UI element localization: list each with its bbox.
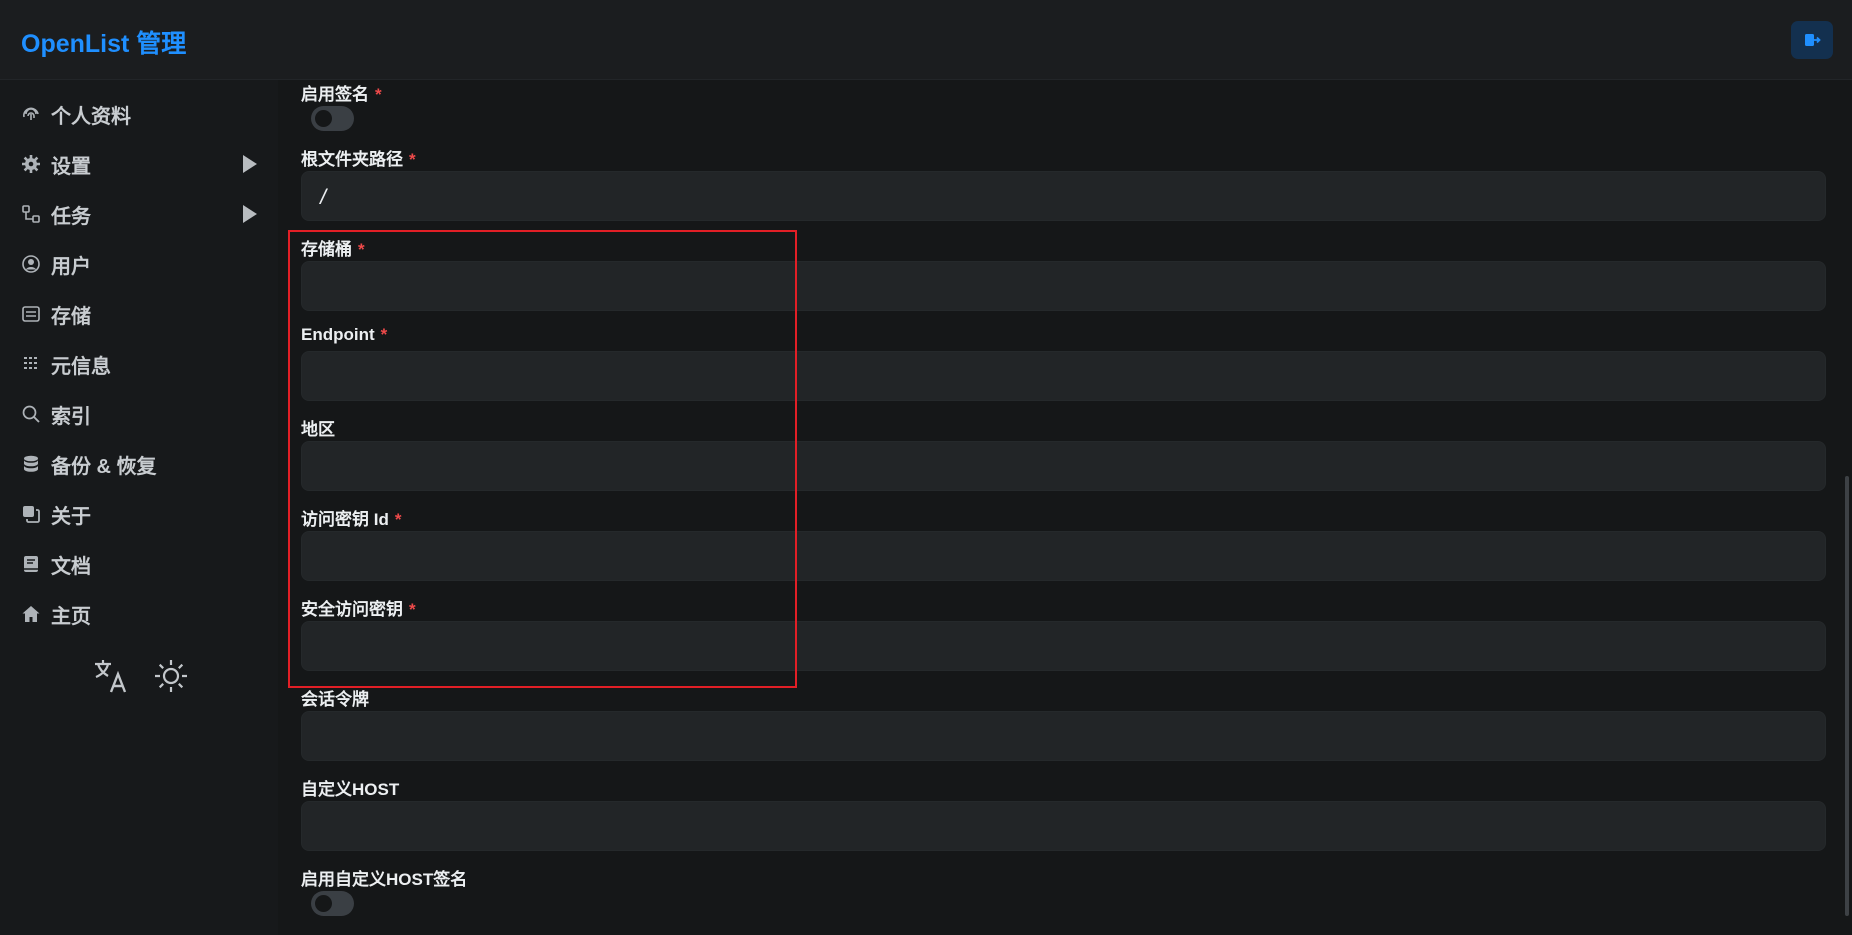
sidebar-item-backup-restore[interactable]: 备份 & 恢复 xyxy=(0,442,278,486)
secret-access-key-label: 安全访问密钥 * xyxy=(301,600,416,619)
copy-icon xyxy=(20,503,42,525)
sidebar-item-about[interactable]: 关于 xyxy=(0,492,278,536)
sidebar-item-metas[interactable]: 元信息 xyxy=(0,342,278,386)
storage-form: 启用签名 * 根文件夹路径 * / 存储桶 * Endpoint * 地区 访问密钥 I… xyxy=(278,80,1852,935)
required-mark: * xyxy=(358,240,365,259)
sidebar-item-settings[interactable]: 设置 xyxy=(0,142,278,186)
sidebar-item-label: 个人资料 xyxy=(51,105,131,128)
enable-sign-label: 启用签名 * xyxy=(301,85,382,104)
user-circle-icon xyxy=(20,253,42,275)
sidebar-item-label: 备份 & 恢复 xyxy=(51,455,157,478)
expand-arrow-icon[interactable] xyxy=(243,205,257,223)
sidebar-item-tasks[interactable]: 任务 xyxy=(0,192,278,236)
custom-host-input[interactable] xyxy=(301,801,1826,851)
root-folder-label: 根文件夹路径 * xyxy=(301,150,416,169)
app-title: OpenList 管理 xyxy=(21,30,187,58)
required-mark: * xyxy=(394,510,402,529)
home-icon xyxy=(20,603,42,625)
theme-toggle-button[interactable] xyxy=(150,655,192,697)
root-folder-input[interactable]: / xyxy=(301,171,1826,221)
sidebar-item-label: 任务 xyxy=(51,205,91,228)
sidebar-item-label: 设置 xyxy=(51,155,91,178)
sun-icon xyxy=(155,660,187,692)
sidebar-item-profile[interactable]: 个人资料 xyxy=(0,92,278,136)
required-mark: * xyxy=(409,600,416,619)
secret-access-key-input[interactable] xyxy=(301,621,1826,671)
custom-host-label: 自定义HOST xyxy=(301,780,400,799)
sidebar-item-label: 关于 xyxy=(51,505,91,528)
sidebar-item-docs[interactable]: 文档 xyxy=(0,542,278,586)
sidebar-item-storage[interactable]: 存储 xyxy=(0,292,278,336)
book-icon xyxy=(20,553,42,575)
sidebar-item-label: 主页 xyxy=(51,605,91,628)
region-input[interactable] xyxy=(301,441,1826,491)
sidebar-item-indexes[interactable]: 索引 xyxy=(0,392,278,436)
top-bar: OpenList 管理 xyxy=(0,0,1852,80)
grid-icon xyxy=(20,353,42,375)
translate-icon xyxy=(95,660,127,693)
access-key-id-input[interactable] xyxy=(301,531,1826,581)
expand-arrow-icon[interactable] xyxy=(243,155,257,173)
bucket-label: 存储桶 * xyxy=(301,240,365,259)
required-mark: * xyxy=(375,85,382,104)
enable-sign-switch[interactable] xyxy=(311,106,354,131)
session-token-label: 会话令牌 xyxy=(301,690,369,709)
sidebar: 个人资料 设置 任务 用户 存储 元信息 索引 备份 & 恢复 关于 文档 主页 xyxy=(0,80,278,935)
sidebar-item-label: 用户 xyxy=(51,255,91,278)
storage-icon xyxy=(20,303,42,325)
fingerprint-icon xyxy=(20,103,42,125)
workflow-icon xyxy=(20,203,42,225)
sidebar-item-label: 索引 xyxy=(51,405,91,428)
sidebar-item-users[interactable]: 用户 xyxy=(0,242,278,286)
enable-custom-host-sign-switch[interactable] xyxy=(311,891,354,916)
language-switch-button[interactable] xyxy=(90,655,132,697)
scrollbar[interactable] xyxy=(1845,476,1849,916)
access-key-id-label: 访问密钥 Id * xyxy=(301,510,402,529)
sidebar-item-label: 存储 xyxy=(51,305,91,328)
sidebar-item-label: 文档 xyxy=(51,555,91,578)
session-token-input[interactable] xyxy=(301,711,1826,761)
enable-custom-host-sign-label: 启用自定义HOST签名 xyxy=(301,870,468,889)
logout-icon xyxy=(1805,34,1821,46)
logout-button[interactable] xyxy=(1791,21,1833,59)
database-icon xyxy=(20,453,42,475)
search-icon xyxy=(20,403,42,425)
required-mark: * xyxy=(380,325,388,344)
endpoint-label: Endpoint * xyxy=(301,325,388,344)
sidebar-item-home[interactable]: 主页 xyxy=(0,592,278,636)
region-label: 地区 xyxy=(301,420,335,439)
bucket-input[interactable] xyxy=(301,261,1826,311)
gear-icon xyxy=(20,153,42,175)
endpoint-input[interactable] xyxy=(301,351,1826,401)
required-mark: * xyxy=(409,150,416,169)
sidebar-item-label: 元信息 xyxy=(51,355,111,378)
